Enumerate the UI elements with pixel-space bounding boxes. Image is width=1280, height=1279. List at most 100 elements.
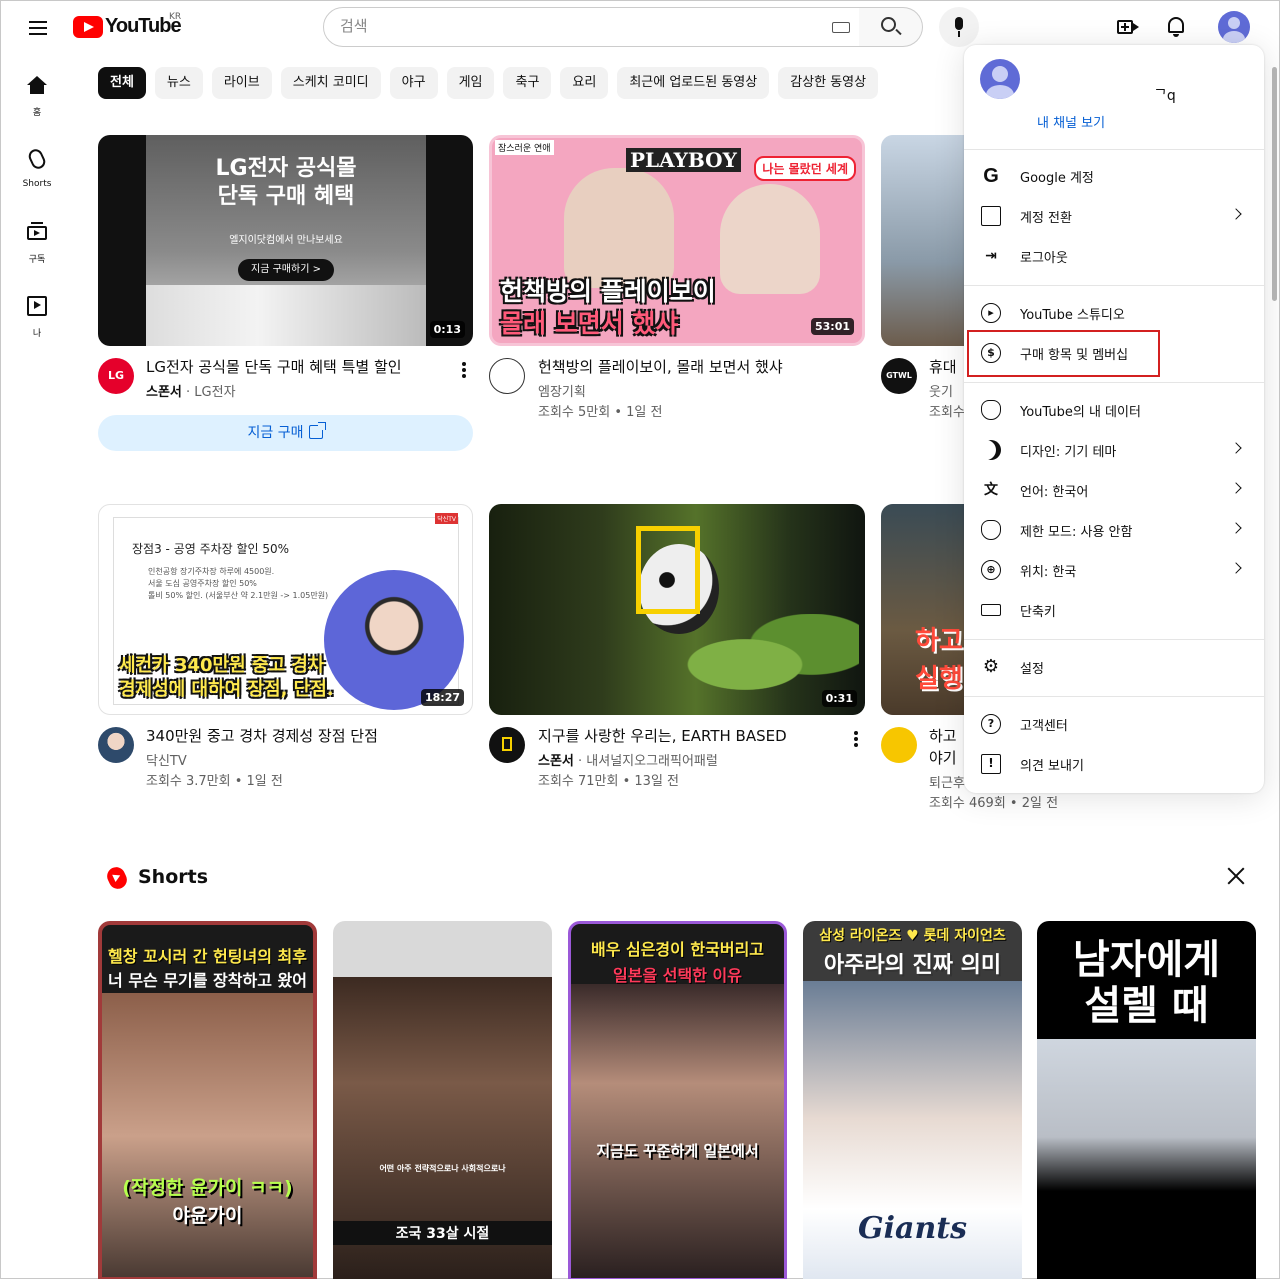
video-thumbnail[interactable]: LG전자 공식몰 단독 구매 혜택 엘지이닷컴에서 만나보세요 지금 구매하기 >…: [98, 135, 473, 346]
short-caption: 남자에게: [1072, 937, 1221, 983]
menu-item-send-feedback[interactable]: ! 의견 보내기: [964, 744, 1264, 784]
channel-avatar[interactable]: [489, 727, 525, 763]
chip[interactable]: 야구: [389, 67, 438, 99]
chip-all[interactable]: 전체: [98, 67, 146, 99]
video-title[interactable]: LG전자 공식몰 단독 구매 혜택 특별 할인: [146, 357, 446, 378]
more-options-icon[interactable]: [854, 731, 858, 749]
search-input[interactable]: [340, 17, 820, 35]
menu-item-restricted-mode[interactable]: 제한 모드: 사용 안함: [964, 510, 1264, 550]
page-scrollbar[interactable]: [1272, 67, 1277, 301]
menu-item-label: 계정 전환: [1020, 211, 1072, 226]
sponsor-label: 스폰서: [146, 385, 182, 400]
menu-item-label: 제한 모드: 사용 안함: [1020, 525, 1133, 540]
channel-avatar[interactable]: GTWL: [881, 358, 917, 394]
chevron-right-icon: [1230, 562, 1242, 574]
video-channel[interactable]: 웃기: [929, 383, 965, 403]
more-options-icon[interactable]: [462, 362, 466, 380]
video-stats: 조회수 3.7만회 • 1일 전: [146, 774, 283, 789]
youtube-logo[interactable]: YouTube: [73, 15, 182, 38]
create-video-icon[interactable]: [1115, 16, 1139, 38]
sidebar-item-subscriptions[interactable]: 구독: [5, 204, 69, 274]
menu-item-sign-out[interactable]: ⇥ 로그아웃: [964, 236, 1264, 276]
video-thumbnail[interactable]: 하고 실행: [881, 504, 965, 715]
short-caption: 일본을 선택한 이유: [613, 966, 742, 985]
video-title[interactable]: 하고: [929, 726, 965, 747]
video-thumbnail[interactable]: 장점3 - 공영 주차장 할인 50% 인천공항 장기주차장 하루에 4500원…: [98, 504, 473, 715]
menu-item-language[interactable]: 文 언어: 한국어: [964, 470, 1264, 510]
short-card[interactable]: 배우 심은경이 한국버리고 일본을 선택한 이유 지금도 꾸준하게 일본에서: [568, 921, 787, 1279]
menu-item-appearance[interactable]: 디자인: 기기 테마: [964, 430, 1264, 470]
video-title[interactable]: 헌책방의 플레이보이, 몰래 보면서 했샤: [538, 357, 838, 378]
account-menu: ᄀq 내 채널 보기 G Google 계정 계정 전환 ⇥ 로그아웃 ▸ Yo…: [964, 45, 1264, 793]
channel-avatar[interactable]: [98, 727, 134, 763]
short-caption: 야윤가이: [172, 1205, 243, 1227]
menu-item-label: 언어: 한국어: [1020, 485, 1089, 500]
chip[interactable]: 감상한 동영상: [778, 67, 879, 99]
subscriptions-icon: [27, 222, 47, 240]
video-stats: 조회수 469회 • 2일 전: [929, 796, 1059, 811]
thumb-text: 닥신TV: [435, 513, 458, 524]
video-thumbnail[interactable]: 잠스러운 연애 PLAYBOY 나는 몰랐던 세계 헌책방의 플레이보이 몰래 …: [489, 135, 865, 346]
video-duration: 18:27: [420, 689, 464, 706]
chevron-right-icon: [1230, 482, 1242, 494]
shorts-icon: [26, 146, 48, 172]
short-card[interactable]: 남자에게 설렐 때: [1037, 921, 1256, 1279]
menu-item-settings[interactable]: ⚙ 설정: [964, 647, 1264, 687]
short-card[interactable]: 삼성 라이온즈 ♥ 롯데 자이언츠 아주라의 진짜 의미 Giants: [803, 921, 1022, 1279]
channel-avatar[interactable]: [881, 727, 917, 763]
switch-account-icon: [981, 206, 1001, 226]
close-icon[interactable]: [1225, 865, 1247, 887]
video-title[interactable]: 휴대: [929, 357, 965, 378]
video-channel[interactable]: 퇴근후: [929, 774, 965, 794]
channel-avatar[interactable]: [489, 358, 525, 394]
video-title[interactable]: 340만원 중고 경차 경제성 장점 단점: [146, 726, 446, 747]
menu-item-google-account[interactable]: G Google 계정: [964, 156, 1264, 196]
menu-item-help[interactable]: ? 고객센터: [964, 704, 1264, 744]
notifications-bell-icon[interactable]: [1165, 15, 1187, 39]
video-thumbnail[interactable]: 0:31: [489, 504, 865, 715]
video-title[interactable]: 야기: [929, 748, 965, 769]
menu-item-switch-account[interactable]: 계정 전환: [964, 196, 1264, 236]
keyboard-icon[interactable]: [832, 22, 850, 33]
menu-item-label: 로그아웃: [1020, 251, 1068, 266]
chip[interactable]: 축구: [503, 67, 552, 99]
shorts-title: Shorts: [138, 866, 209, 888]
sign-out-icon: ⇥: [985, 248, 997, 264]
menu-item-youtube-studio[interactable]: ▸ YouTube 스튜디오: [964, 293, 1264, 333]
sidebar-item-home[interactable]: 홈: [5, 57, 69, 127]
search-button[interactable]: [859, 7, 923, 47]
chip[interactable]: 라이브: [211, 67, 272, 99]
hamburger-menu-icon[interactable]: [23, 13, 53, 43]
restricted-icon: [981, 520, 1001, 540]
chip[interactable]: 스케치 코미디: [280, 67, 381, 99]
highlight-box: [967, 330, 1160, 377]
menu-item-location[interactable]: ⊕ 위치: 한국: [964, 550, 1264, 590]
chevron-right-icon: [1230, 522, 1242, 534]
video-thumbnail[interactable]: [881, 135, 965, 346]
video-title[interactable]: 지구를 사랑한 우리는, EARTH BASED: [538, 726, 838, 747]
gear-icon: ⚙: [982, 656, 1000, 677]
chip[interactable]: 요리: [560, 67, 609, 99]
sidebar-item-you[interactable]: 나: [5, 278, 69, 348]
channel-avatar[interactable]: LG: [98, 358, 134, 394]
filter-chips: 전체 뉴스 라이브 스케치 코미디 야구 게임 축구 요리 최근에 업로드된 동영상 감상한 동영…: [98, 67, 978, 99]
buy-now-button[interactable]: 지금 구매: [98, 415, 473, 451]
short-card[interactable]: 헬창 꼬시러 간 헌팅녀의 최후 너 무슨 무기를 장착하고 왔어 (작정한 윤…: [98, 921, 317, 1279]
account-avatar[interactable]: [1218, 11, 1250, 43]
chip[interactable]: 최근에 업로드된 동영상: [617, 67, 770, 99]
short-caption: (작정한 윤가이 ㅋㅋ): [122, 1177, 293, 1199]
chip[interactable]: 게임: [446, 67, 495, 99]
channel-name[interactable]: LG전자: [194, 385, 235, 400]
channel-name[interactable]: 내셔널지오그래픽어패럴: [586, 754, 718, 769]
short-card[interactable]: 어떤 아주 전략적으로나 사회적으로나 조국 33살 시절: [333, 921, 552, 1279]
video-channel[interactable]: 엠장기획: [538, 383, 586, 403]
video-duration: 53:01: [810, 318, 854, 335]
sidebar-item-shorts[interactable]: Shorts: [5, 131, 69, 201]
video-channel[interactable]: 닥신TV: [146, 752, 187, 772]
menu-item-keyboard-shortcuts[interactable]: 단축키: [964, 590, 1264, 630]
voice-search-icon[interactable]: [939, 7, 979, 47]
sidebar-label: 홈: [32, 108, 42, 118]
menu-item-your-data[interactable]: YouTube의 내 데이터: [964, 390, 1264, 430]
view-channel-link[interactable]: 내 채널 보기: [1037, 112, 1105, 131]
chip[interactable]: 뉴스: [154, 67, 203, 99]
